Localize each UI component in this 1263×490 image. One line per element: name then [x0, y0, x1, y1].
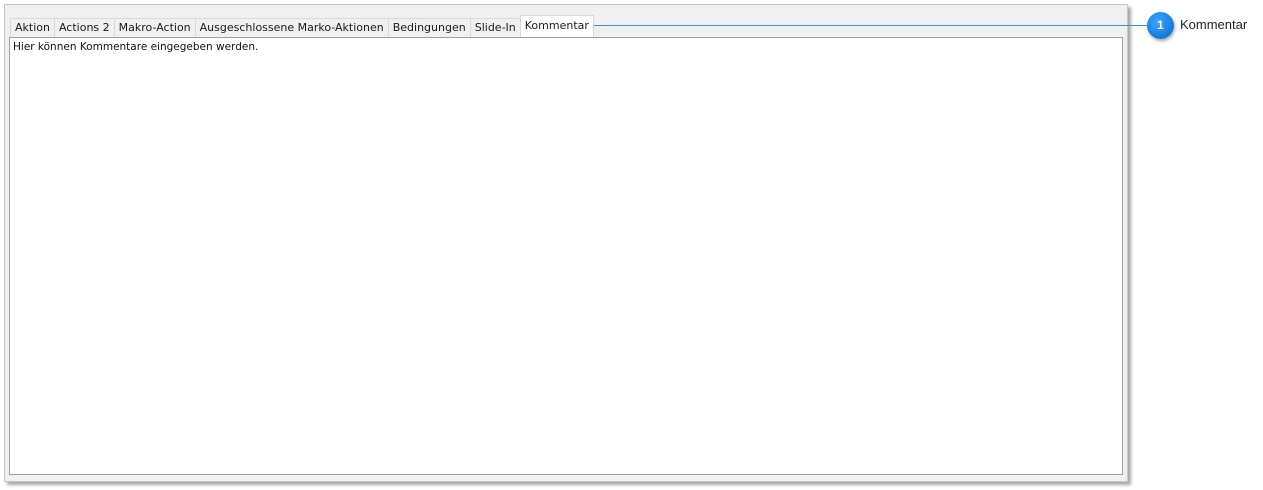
callout-label: Kommentar: [1180, 17, 1248, 32]
comment-text: Hier können Kommentare eingegeben werden…: [13, 41, 259, 53]
tab-actions-2[interactable]: Actions 2: [53, 18, 115, 37]
dialog-panel: Aktion Actions 2 Makro-Action Ausgeschlo…: [4, 4, 1128, 482]
tab-ausgeschlossene-makro-aktionen[interactable]: Ausgeschlossene Marko-Aktionen: [194, 18, 389, 37]
tab-kommentar[interactable]: Kommentar: [519, 15, 594, 37]
tab-bedingungen[interactable]: Bedingungen: [387, 18, 471, 37]
tab-slide-in[interactable]: Slide-In: [469, 18, 521, 37]
callout-number-badge: 1: [1147, 12, 1174, 39]
tab-aktion[interactable]: Aktion: [10, 18, 55, 37]
comment-textarea[interactable]: Hier können Kommentare eingegeben werden…: [9, 37, 1123, 475]
tab-bar: Aktion Actions 2 Makro-Action Ausgeschlo…: [10, 15, 594, 37]
tab-makro-action[interactable]: Makro-Action: [113, 18, 196, 37]
callout-line: [540, 25, 1151, 26]
